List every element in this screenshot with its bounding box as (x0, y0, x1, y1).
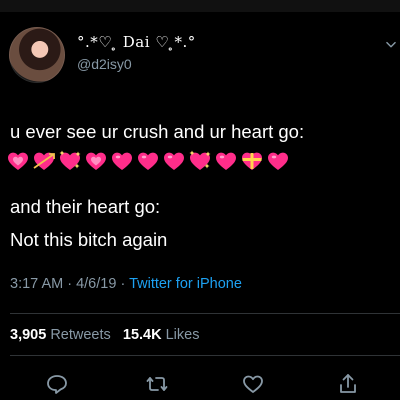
tweet-time: 3:17 AM (10, 276, 64, 292)
heart-with-ribbon-icon (242, 152, 262, 170)
top-bar (0, 0, 400, 12)
retweets-label[interactable]: Retweets (50, 327, 110, 343)
reply-icon[interactable] (45, 372, 69, 396)
emoji-hearts-row (6, 147, 290, 175)
display-name[interactable]: °.*♡ ̥ Dai ♡ ̥*.° (77, 33, 196, 51)
heart-with-arrow-icon (33, 152, 55, 170)
pink-heart-icon (112, 152, 132, 170)
like-icon[interactable] (241, 372, 265, 396)
user-handle[interactable]: @d2isy0 (77, 56, 132, 72)
divider (10, 313, 400, 314)
tweet-text-line-3: and their heart go: (10, 196, 161, 217)
pink-heart-icon (268, 152, 288, 170)
pink-heart-icon (164, 152, 184, 170)
retweet-icon[interactable] (145, 372, 169, 396)
sparkling-heart-icon (59, 150, 81, 170)
tweet-date: 4/6/19 (76, 276, 117, 292)
tweet-meta: 3:17 AM · 4/6/19 · Twitter for iPhone (10, 276, 242, 292)
pink-heart-icon (216, 152, 236, 170)
tweet-text-line-1: u ever see ur crush and ur heart go: (10, 121, 305, 142)
meta-separator: · (67, 276, 77, 292)
likes-count[interactable]: 15.4K (123, 327, 162, 343)
tweet-text-line-4: Not this bitch again (10, 229, 168, 250)
tweet-source-link[interactable]: Twitter for iPhone (129, 276, 242, 292)
avatar[interactable] (9, 27, 65, 83)
sparkling-heart-icon (189, 150, 211, 170)
growing-heart-icon (8, 152, 28, 170)
share-icon[interactable] (336, 372, 360, 396)
chevron-down-icon[interactable] (384, 38, 398, 52)
retweets-count[interactable]: 3,905 (10, 327, 46, 343)
divider (10, 355, 400, 356)
pink-heart-icon (138, 152, 158, 170)
growing-heart-icon (86, 152, 106, 170)
tweet-stats: 3,905 Retweets 15.4K Likes (10, 327, 199, 343)
meta-separator: · (120, 276, 130, 292)
likes-label[interactable]: Likes (166, 327, 200, 343)
